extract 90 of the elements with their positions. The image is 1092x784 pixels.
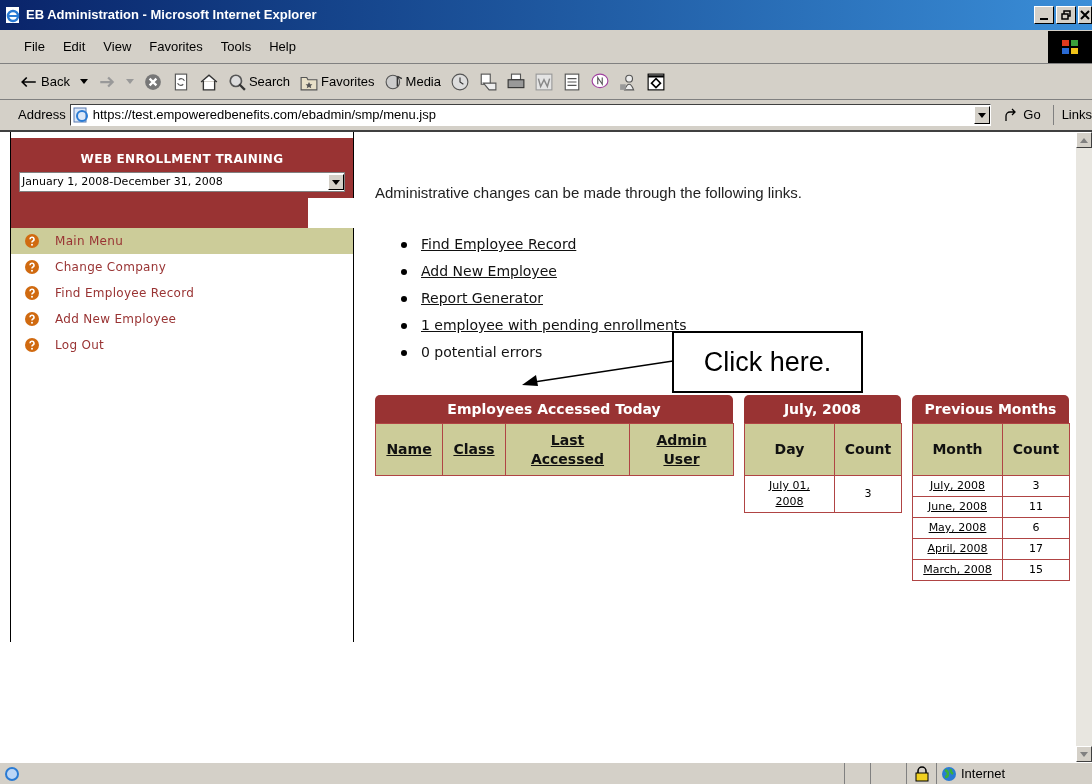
menu-item[interactable]: Favorites xyxy=(149,36,203,57)
word-doc-icon[interactable] xyxy=(535,72,553,91)
link[interactable]: Find Employee Record xyxy=(421,234,577,255)
column-header: Month xyxy=(912,423,1003,476)
scroll-down-icon[interactable] xyxy=(1080,751,1088,757)
media-icon xyxy=(384,72,403,91)
date-link[interactable]: April, 2008 xyxy=(912,538,1003,560)
sidebar-item[interactable]: Main Menu xyxy=(11,228,353,254)
search-button[interactable]: Search xyxy=(227,71,291,92)
column-header[interactable]: Last Accessed xyxy=(505,423,630,476)
menu-item[interactable]: Tools xyxy=(220,36,252,57)
window-title: EB Administration - Microsoft Internet Explorer xyxy=(26,6,317,25)
help-icon xyxy=(25,312,39,326)
links-button[interactable]: Links xyxy=(1052,105,1092,125)
page-icon xyxy=(72,107,89,123)
table-cell: 6 xyxy=(1002,517,1070,539)
bullet-icon xyxy=(401,295,407,302)
page-icon xyxy=(4,765,20,782)
table-cell: 3 xyxy=(1002,475,1070,497)
close-button[interactable] xyxy=(1078,6,1092,24)
intro-text: Administrative changes can be made through the following links. xyxy=(375,183,803,202)
windows-logo-icon xyxy=(1048,30,1092,63)
date-link[interactable]: June, 2008 xyxy=(912,496,1003,518)
bullet-icon xyxy=(401,241,407,248)
speech-bubble-icon[interactable] xyxy=(591,72,609,91)
table-cell: 15 xyxy=(1002,559,1070,581)
column-header: Count xyxy=(834,423,902,476)
caret-icon xyxy=(978,112,987,118)
menu-item[interactable]: Help xyxy=(269,36,296,57)
stop-icon[interactable] xyxy=(143,72,162,91)
date-link[interactable]: July 01, 2008 xyxy=(744,475,835,513)
address-field[interactable]: https://test.empoweredbenefits.com/ebadmin/smp/menu.jsp xyxy=(69,104,992,126)
sidebar-title: WEB ENROLLMENT TRAINING xyxy=(79,151,285,168)
go-button[interactable]: Go xyxy=(995,103,1049,127)
person-icon[interactable] xyxy=(619,72,637,91)
close-icon xyxy=(1080,10,1090,20)
link[interactable]: Report Generator xyxy=(421,288,543,309)
link[interactable]: 1 employee with pending enrollments xyxy=(421,315,687,336)
dropdown-button[interactable] xyxy=(974,106,991,124)
help-icon xyxy=(25,260,39,274)
window-icon[interactable] xyxy=(647,72,665,91)
dropdown-button[interactable] xyxy=(328,174,344,190)
column-header[interactable]: Admin User xyxy=(629,423,734,476)
browser-logo-icon xyxy=(4,6,22,24)
bullet-icon xyxy=(401,349,407,356)
date-link[interactable]: March, 2008 xyxy=(912,559,1003,581)
back-button[interactable]: Back xyxy=(20,71,70,92)
date-link[interactable]: May, 2008 xyxy=(912,517,1003,539)
search-icon xyxy=(227,72,246,91)
table-cell: 3 xyxy=(834,475,902,513)
minimize-button[interactable] xyxy=(1034,6,1054,24)
favorites-button[interactable]: Favorites xyxy=(300,71,375,92)
table-title: Employees Accessed Today xyxy=(375,395,733,423)
mail-icon[interactable] xyxy=(479,72,497,91)
help-icon xyxy=(25,234,39,248)
column-header: Day xyxy=(744,423,835,476)
column-header[interactable]: Name xyxy=(375,423,443,476)
period-dropdown[interactable]: January 1, 2008-December 31, 2008 xyxy=(19,172,345,192)
scroll-up-icon[interactable] xyxy=(1080,137,1088,143)
print-icon[interactable] xyxy=(507,72,525,91)
info-text: 0 potential errors xyxy=(421,343,543,362)
table-title: Previous Months xyxy=(912,395,1069,423)
column-header: Count xyxy=(1002,423,1070,476)
lock-icon xyxy=(914,765,929,782)
caret-icon xyxy=(332,179,340,185)
media-button[interactable]: Media xyxy=(384,71,441,92)
menu-item[interactable]: View xyxy=(103,36,132,57)
caret-icon[interactable] xyxy=(79,79,88,84)
globe-icon xyxy=(941,765,957,782)
restore-icon xyxy=(1061,10,1071,20)
link[interactable]: Add New Employee xyxy=(421,261,557,282)
table-cell: 17 xyxy=(1002,538,1070,560)
scrollbar[interactable] xyxy=(1076,132,1092,762)
restore-button[interactable] xyxy=(1056,6,1076,24)
table-cell: 11 xyxy=(1002,496,1070,518)
zone-label: Internet xyxy=(961,764,1006,783)
home-icon[interactable] xyxy=(199,72,218,91)
bullet-icon xyxy=(401,322,407,329)
help-icon xyxy=(25,338,39,352)
document-icon[interactable] xyxy=(563,72,581,91)
column-header[interactable]: Class xyxy=(442,423,506,476)
clock-icon[interactable] xyxy=(451,72,469,91)
menu-item[interactable]: Edit xyxy=(62,36,86,57)
menu-item[interactable]: File xyxy=(24,36,45,57)
callout-text: Click here. xyxy=(703,345,832,379)
address-label: Address xyxy=(18,106,66,125)
table-title: July, 2008 xyxy=(744,395,901,423)
help-icon xyxy=(25,286,39,300)
bullet-icon xyxy=(401,268,407,275)
date-link[interactable]: July, 2008 xyxy=(912,475,1003,497)
